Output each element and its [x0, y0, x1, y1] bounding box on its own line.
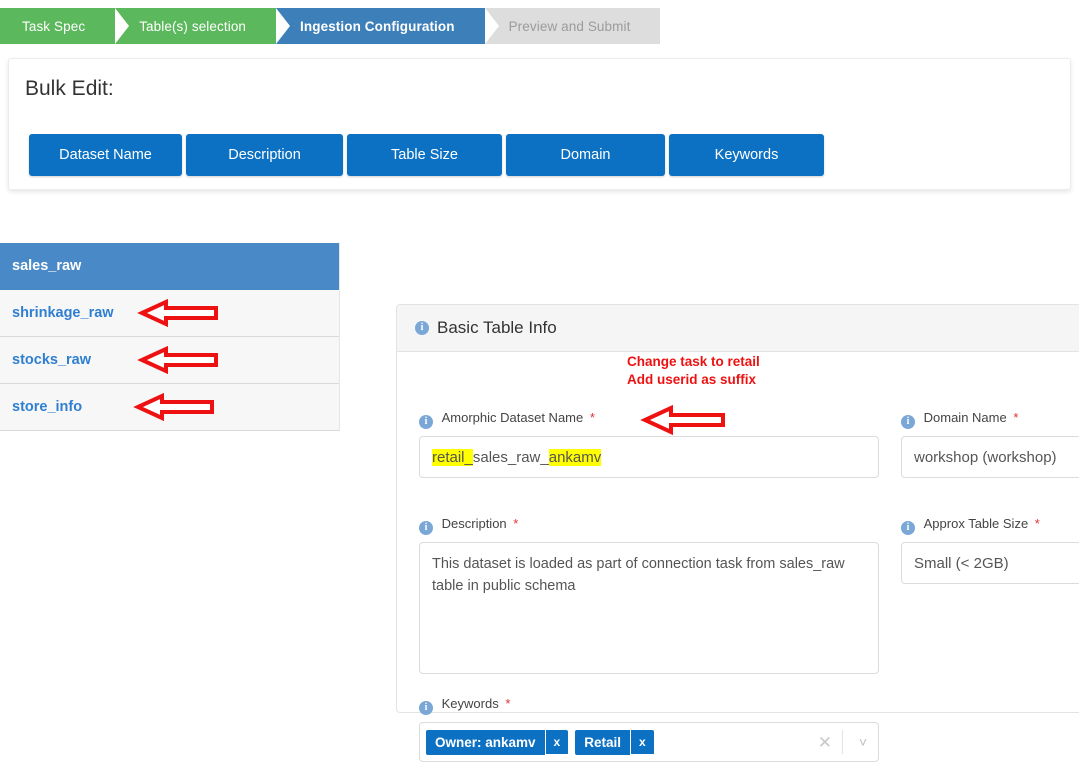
wizard-step-task-spec[interactable]: Task Spec — [0, 8, 116, 44]
panel-header: i Basic Table Info — [397, 305, 1079, 352]
keywords-group: i Keywords * Owner: ankamv x Retail x ✕ … — [419, 696, 879, 762]
table-list-item-store-info[interactable]: store_info — [0, 384, 339, 431]
approx-table-size-group: i Approx Table Size * Small (< 2GB) — [901, 516, 1079, 584]
bulk-edit-keywords-button[interactable]: Keywords — [669, 134, 824, 176]
wizard-step-label: Ingestion Configuration — [300, 18, 455, 34]
description-group: i Description * This dataset is loaded a… — [419, 516, 879, 674]
approx-table-size-select[interactable]: Small (< 2GB) — [901, 542, 1079, 584]
annotation-arrow-icon — [133, 392, 214, 422]
info-icon: i — [419, 701, 433, 715]
domain-name-select[interactable]: workshop (workshop) — [901, 436, 1079, 478]
dataset-name-input[interactable]: retail_ sales_raw_ ankamv — [419, 436, 879, 478]
table-list-item-label: shrinkage_raw — [12, 305, 114, 321]
domain-name-label: i Domain Name * — [901, 410, 1079, 429]
keywords-label: i Keywords * — [419, 696, 879, 715]
table-list-item-sales-raw[interactable]: sales_raw — [0, 243, 339, 290]
bulk-edit-table-size-button[interactable]: Table Size — [347, 134, 502, 176]
panel-title: Basic Table Info — [437, 318, 557, 337]
wizard-step-label: Task Spec — [22, 18, 86, 34]
dataset-name-value-middle: sales_raw_ — [472, 448, 549, 466]
keywords-input[interactable]: Owner: ankamv x Retail x ✕ ˅ — [419, 722, 879, 762]
wizard-step-tables-selection[interactable]: Table(s) selection — [115, 8, 277, 44]
clear-icon[interactable]: ✕ — [818, 734, 832, 751]
description-label: i Description * — [419, 516, 879, 535]
wizard-step-ingestion-configuration[interactable]: Ingestion Configuration — [276, 8, 485, 44]
info-icon: i — [419, 521, 433, 535]
annotation-line-1: Change task to retail — [627, 354, 760, 369]
domain-name-value: workshop (workshop) — [914, 448, 1057, 466]
annotation-dataset-name-note: Change task to retail Add userid as suff… — [627, 353, 760, 389]
wizard-step-preview-and-submit[interactable]: Preview and Submit — [484, 8, 661, 44]
info-icon: i — [415, 321, 429, 335]
table-list-item-shrinkage-raw[interactable]: shrinkage_raw — [0, 290, 339, 337]
info-icon: i — [419, 415, 433, 429]
keyword-chip-remove-icon[interactable]: x — [630, 730, 654, 754]
dataset-name-value-prefix: retail_ — [432, 448, 473, 466]
table-list-item-label: stocks_raw — [12, 352, 91, 368]
bulk-edit-domain-button[interactable]: Domain — [506, 134, 665, 176]
panel-body: i Amorphic Dataset Name * retail_ sales_r… — [397, 352, 1079, 762]
wizard-step-label: Preview and Submit — [508, 18, 631, 34]
info-icon: i — [901, 521, 915, 535]
bulk-edit-button-row: Dataset Name Description Table Size Doma… — [29, 134, 824, 176]
annotation-line-2: Add userid as suffix — [627, 372, 757, 387]
table-list-item-label: sales_raw — [12, 258, 82, 274]
keyword-chip-owner: Owner: ankamv x — [426, 729, 569, 755]
bulk-edit-card: Bulk Edit: Dataset Name Description Tabl… — [8, 58, 1071, 190]
approx-table-size-value: Small (< 2GB) — [914, 554, 1009, 572]
annotation-arrow-icon — [137, 345, 218, 375]
keyword-chip-label: Retail — [575, 729, 630, 755]
description-textarea[interactable]: This dataset is loaded as part of connec… — [419, 542, 879, 674]
divider — [842, 730, 843, 754]
wizard-step-label: Table(s) selection — [139, 18, 247, 34]
keyword-chip-retail: Retail x — [575, 729, 654, 755]
bulk-edit-description-button[interactable]: Description — [186, 134, 343, 176]
bulk-edit-dataset-name-button[interactable]: Dataset Name — [29, 134, 182, 176]
annotation-arrow-icon — [137, 298, 218, 328]
keyword-chip-label: Owner: ankamv — [426, 729, 545, 755]
chevron-down-icon[interactable]: ˅ — [859, 735, 867, 749]
table-list: sales_raw shrinkage_raw stocks_raw store… — [0, 243, 340, 431]
approx-table-size-label: i Approx Table Size * — [901, 516, 1079, 535]
dataset-name-value-suffix: ankamv — [548, 448, 602, 466]
annotation-arrow-dataset-name-icon — [640, 404, 725, 436]
table-list-item-label: store_info — [12, 399, 83, 415]
info-icon: i — [901, 415, 915, 429]
bulk-edit-title: Bulk Edit: — [25, 77, 114, 100]
domain-name-group: i Domain Name * workshop (workshop) — [901, 410, 1079, 478]
keyword-chip-remove-icon[interactable]: x — [544, 730, 569, 754]
table-list-item-stocks-raw[interactable]: stocks_raw — [0, 337, 339, 384]
wizard-breadcrumb: Task Spec Table(s) selection Ingestion C… — [0, 8, 661, 44]
